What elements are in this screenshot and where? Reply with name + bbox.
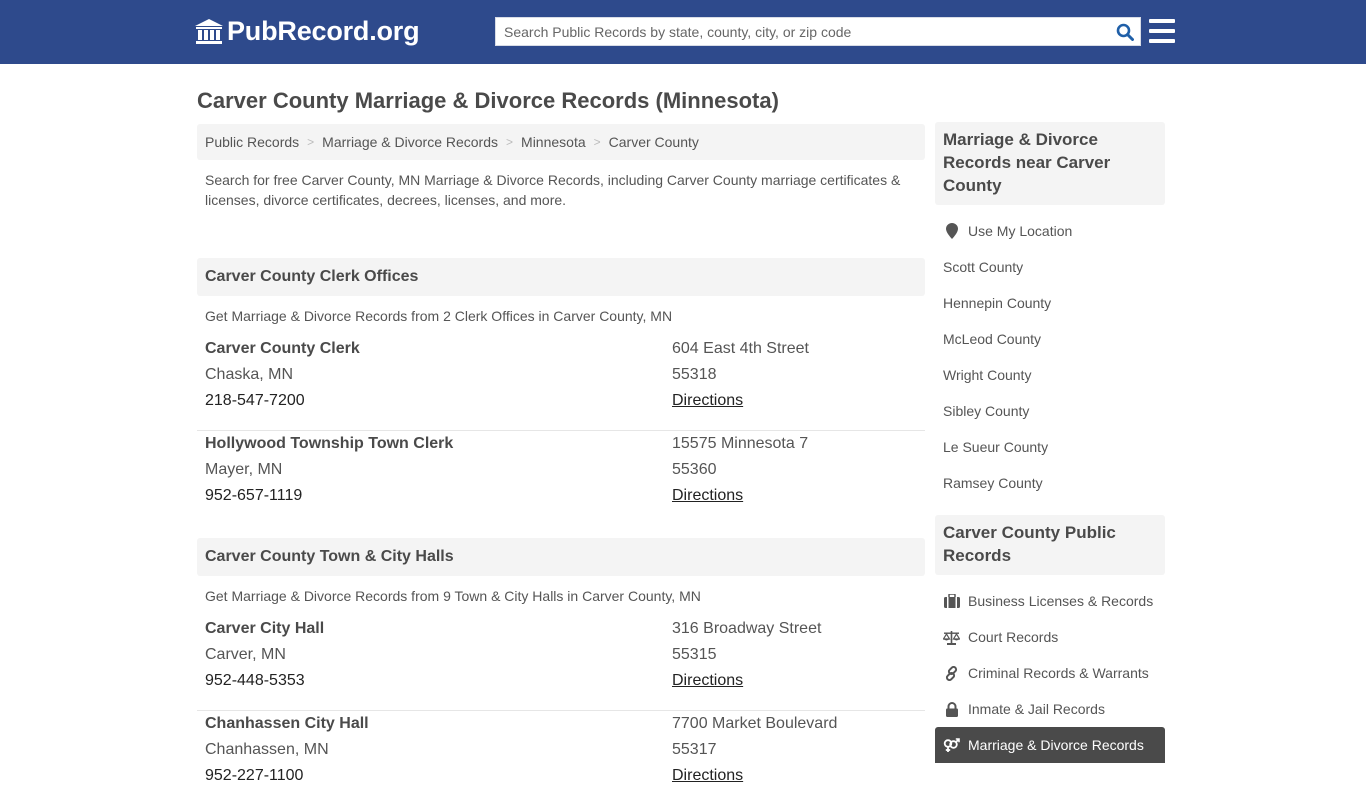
- link-icon: [943, 665, 960, 681]
- office-city: Chanhassen, MN: [205, 741, 329, 758]
- office-zip: 55315: [672, 646, 717, 663]
- office-phone[interactable]: 952-227-1100: [205, 763, 369, 789]
- nearby-county-link[interactable]: Le Sueur County: [935, 429, 1165, 465]
- office-city: Carver, MN: [205, 646, 286, 663]
- search-input[interactable]: [496, 18, 1110, 45]
- section-heading: Carver County Town & City Halls: [197, 538, 925, 576]
- breadcrumb-separator: >: [506, 135, 514, 149]
- breadcrumb-public-records[interactable]: Public Records: [205, 134, 299, 150]
- venus-mars-icon: [943, 737, 960, 753]
- directions-link[interactable]: Directions: [672, 767, 743, 784]
- office-entry: Carver City Hall Carver, MN 952-448-5353…: [197, 616, 925, 711]
- nearby-list: Use My Location Scott County Hennepin Co…: [935, 205, 1165, 501]
- nearby-county-link[interactable]: Wright County: [935, 357, 1165, 393]
- main-content: Public Records > Marriage & Divorce Reco…: [197, 124, 925, 806]
- sidebar: Marriage & Divorce Records near Carver C…: [935, 122, 1165, 763]
- breadcrumb-separator: >: [593, 135, 601, 149]
- use-my-location-label: Use My Location: [968, 223, 1073, 239]
- menu-bar: [1149, 39, 1175, 43]
- clerk-offices-section: Carver County Clerk Offices Get Marriage…: [197, 258, 925, 538]
- top-navbar: PubRecord.org: [0, 0, 1366, 64]
- scales-icon: [943, 629, 960, 645]
- office-zip: 55317: [672, 741, 717, 758]
- courthouse-icon: [195, 18, 223, 44]
- breadcrumb-carver-county[interactable]: Carver County: [609, 134, 699, 150]
- nearby-county-link[interactable]: Sibley County: [935, 393, 1165, 429]
- office-phone[interactable]: 952-657-1119: [205, 483, 453, 509]
- nearby-heading: Marriage & Divorce Records near Carver C…: [935, 122, 1165, 205]
- logo-text: PubRecord.org: [227, 16, 420, 46]
- breadcrumb-marriage-divorce[interactable]: Marriage & Divorce Records: [322, 134, 498, 150]
- office-name: Chanhassen City Hall: [205, 715, 369, 732]
- sidebar-item-label: Marriage & Divorce Records: [968, 737, 1144, 753]
- briefcase-icon: [943, 593, 960, 609]
- office-phone[interactable]: 952-448-5353: [205, 668, 324, 694]
- sidebar-item-label: Court Records: [968, 629, 1059, 645]
- sidebar-item-label: Inmate & Jail Records: [968, 701, 1105, 717]
- lock-icon: [943, 701, 960, 717]
- office-name: Hollywood Township Town Clerk: [205, 435, 454, 452]
- sidebar-item-criminal-records[interactable]: Criminal Records & Warrants: [935, 655, 1165, 691]
- office-phone[interactable]: 218-547-7200: [205, 388, 360, 414]
- use-my-location-link[interactable]: Use My Location: [935, 213, 1165, 249]
- nearby-county-link[interactable]: McLeod County: [935, 321, 1165, 357]
- nearby-county-link[interactable]: Hennepin County: [935, 285, 1165, 321]
- directions-link[interactable]: Directions: [672, 487, 743, 504]
- directions-link[interactable]: Directions: [672, 672, 743, 689]
- office-city: Mayer, MN: [205, 461, 283, 478]
- sidebar-item-label: Criminal Records & Warrants: [968, 665, 1149, 681]
- intro-text: Search for free Carver County, MN Marria…: [205, 172, 901, 208]
- sidebar-item-business-licenses[interactable]: Business Licenses & Records: [935, 583, 1165, 619]
- breadcrumb: Public Records > Marriage & Divorce Reco…: [197, 124, 925, 160]
- office-zip: 55360: [672, 461, 717, 478]
- office-entry: Carver County Clerk Chaska, MN 218-547-7…: [197, 336, 925, 431]
- search-button[interactable]: [1110, 18, 1140, 45]
- section-description: Get Marriage & Divorce Records from 9 To…: [205, 588, 701, 604]
- sidebar-item-court-records[interactable]: Court Records: [935, 619, 1165, 655]
- office-entry: Chanhassen City Hall Chanhassen, MN 952-…: [197, 711, 925, 806]
- site-logo[interactable]: PubRecord.org: [195, 16, 420, 47]
- nearby-county-link[interactable]: Scott County: [935, 249, 1165, 285]
- search-icon: [1116, 23, 1134, 41]
- office-address: 316 Broadway Street: [672, 620, 822, 637]
- sidebar-item-inmate-records[interactable]: Inmate & Jail Records: [935, 691, 1165, 727]
- office-address: 15575 Minnesota 7: [672, 435, 809, 452]
- map-marker-icon: [943, 223, 960, 239]
- public-records-list: Business Licenses & Records Court Record…: [935, 575, 1165, 763]
- town-city-halls-section: Carver County Town & City Halls Get Marr…: [197, 538, 925, 806]
- office-zip: 55318: [672, 366, 717, 383]
- nearby-county-link[interactable]: Ramsey County: [935, 465, 1165, 501]
- menu-bar: [1149, 29, 1175, 33]
- sidebar-item-marriage-divorce[interactable]: Marriage & Divorce Records: [935, 727, 1165, 763]
- hamburger-menu-button[interactable]: [1149, 19, 1175, 43]
- office-address: 604 East 4th Street: [672, 340, 809, 357]
- sidebar-item-label: Business Licenses & Records: [968, 593, 1154, 609]
- breadcrumb-separator: >: [307, 135, 315, 149]
- office-city: Chaska, MN: [205, 366, 294, 383]
- page-title: Carver County Marriage & Divorce Records…: [197, 88, 779, 113]
- search-bar: [495, 17, 1141, 46]
- office-address: 7700 Market Boulevard: [672, 715, 838, 732]
- office-name: Carver City Hall: [205, 620, 325, 637]
- menu-bar: [1149, 19, 1175, 23]
- section-description: Get Marriage & Divorce Records from 2 Cl…: [205, 308, 673, 324]
- public-records-heading: Carver County Public Records: [935, 515, 1165, 575]
- office-name: Carver County Clerk: [205, 340, 360, 357]
- section-heading: Carver County Clerk Offices: [197, 258, 925, 296]
- directions-link[interactable]: Directions: [672, 392, 743, 409]
- office-entry: Hollywood Township Town Clerk Mayer, MN …: [197, 431, 925, 538]
- breadcrumb-minnesota[interactable]: Minnesota: [521, 134, 586, 150]
